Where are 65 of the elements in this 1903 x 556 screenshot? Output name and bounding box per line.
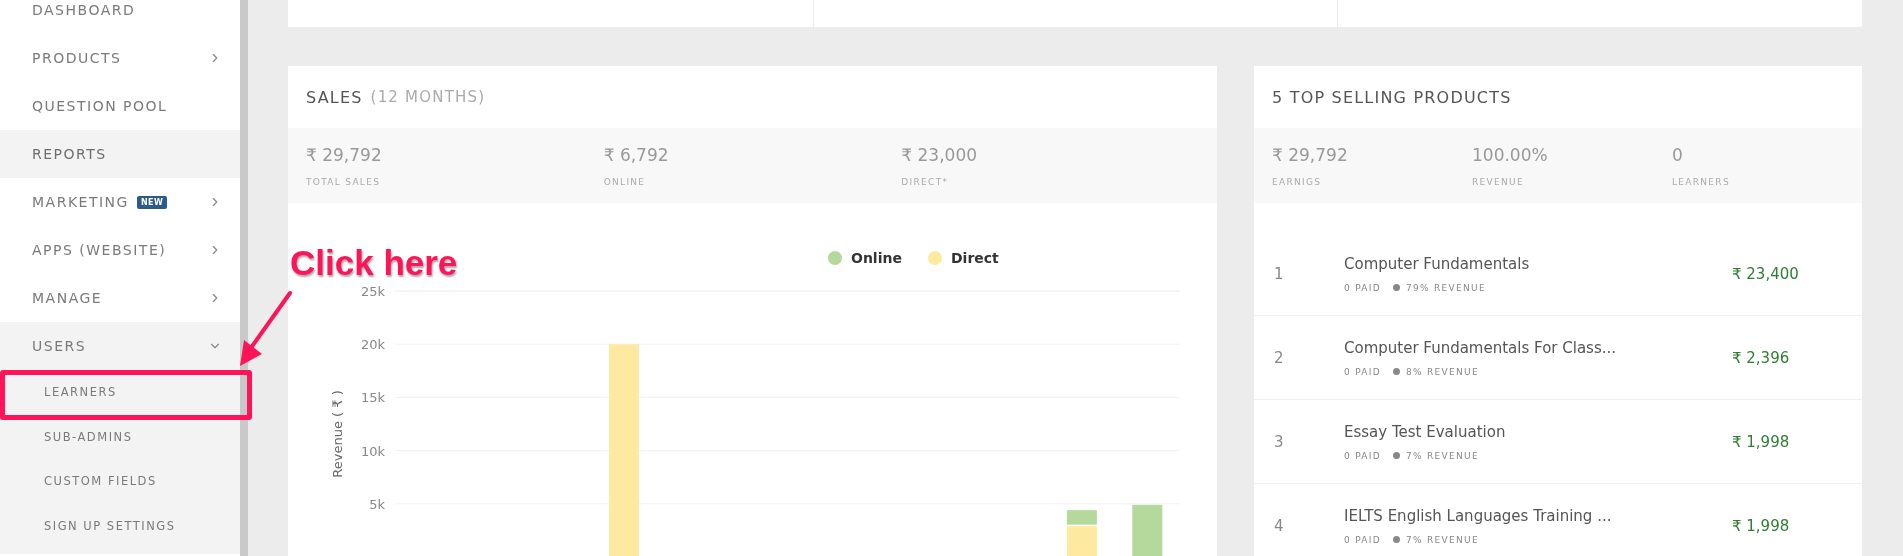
revenue-share: 7% REVENUE xyxy=(1406,534,1479,545)
legend-label[interactable]: Online xyxy=(851,250,902,266)
stat-value: 0 xyxy=(1672,144,1684,165)
new-badge: NEW xyxy=(136,195,168,209)
callout-text: Click here xyxy=(290,243,458,283)
dot-icon xyxy=(1393,368,1400,375)
stat-label: LEARNERS xyxy=(1672,176,1731,187)
nav-label: APPS (WEBSITE) xyxy=(32,242,167,258)
rank-number: 3 xyxy=(1274,432,1285,451)
stat-label: TOTAL SALES xyxy=(306,176,382,187)
nav-label: REPORTS xyxy=(32,146,107,162)
product-name[interactable]: IELTS English Languages Training ... xyxy=(1344,506,1732,525)
stat-value: 100.00% xyxy=(1472,144,1549,165)
axis-tick-label: 20k xyxy=(360,337,385,353)
product-amount: ₹ 2,396 xyxy=(1732,348,1791,367)
nav-item[interactable]: USERS xyxy=(0,322,240,370)
product-amount: ₹ 1,998 xyxy=(1732,432,1791,451)
card-title: 5 TOP SELLING PRODUCTS xyxy=(1272,87,1512,107)
revenue-share: 7% REVENUE xyxy=(1406,450,1479,461)
nav-subitem[interactable]: SUB-ADMINS xyxy=(0,414,240,459)
nav-label: QUESTION POOL xyxy=(32,98,168,114)
axis-tick-label: 15k xyxy=(360,390,385,406)
axis-title: Revenue ( ₹ ) xyxy=(330,390,345,478)
nav-item[interactable]: REPORTS xyxy=(0,130,240,178)
revenue-share: 79% REVENUE xyxy=(1406,282,1486,293)
rank-number: 1 xyxy=(1274,264,1285,283)
nav-subitem[interactable]: CUSTOM FIELDS xyxy=(0,459,240,504)
chart-bar xyxy=(1132,504,1163,556)
axis-tick-label: 25k xyxy=(360,284,385,299)
nav-label: MANAGE xyxy=(32,290,103,306)
product-amount: ₹ 23,400 xyxy=(1732,264,1800,283)
card-subtitle: (12 MONTHS) xyxy=(370,88,486,106)
legend-label[interactable]: Direct xyxy=(951,250,999,266)
stat-value: ₹ 29,792 xyxy=(1272,144,1349,165)
nav-label: PRODUCTS xyxy=(32,50,122,66)
product-name[interactable]: Computer Fundamentals For Class... xyxy=(1344,338,1732,357)
nav-label: DASHBOARD xyxy=(32,2,136,18)
stat-label: REVENUE xyxy=(1472,176,1525,187)
dot-icon xyxy=(1393,536,1400,543)
product-name[interactable]: Essay Test Evaluation xyxy=(1344,422,1732,441)
scrollbar[interactable] xyxy=(240,0,248,556)
paid-count: 0 PAID xyxy=(1344,534,1381,545)
dot-icon xyxy=(1393,284,1400,291)
product-amount: ₹ 1,998 xyxy=(1732,516,1791,535)
nav-label: MARKETING xyxy=(32,194,129,210)
card-title: SALES xyxy=(306,87,363,107)
paid-count: 0 PAID xyxy=(1344,450,1381,461)
stat-value: ₹ 6,792 xyxy=(603,144,670,165)
product-name[interactable]: Computer Fundamentals xyxy=(1344,254,1732,273)
revenue-share: 8% REVENUE xyxy=(1406,366,1479,377)
nav-subitem[interactable]: SIGN UP SETTINGS xyxy=(0,503,240,548)
axis-tick-label: 5k xyxy=(369,496,385,512)
paid-count: 0 PAID xyxy=(1344,282,1381,293)
dot-icon xyxy=(1393,452,1400,459)
paid-count: 0 PAID xyxy=(1344,366,1381,377)
nav-label: USERS xyxy=(32,338,87,354)
nav-subitem[interactable]: LEARNERS xyxy=(0,370,240,415)
rank-number: 4 xyxy=(1274,516,1285,535)
stat-value: ₹ 23,000 xyxy=(901,144,979,165)
stat-value: ₹ 29,792 xyxy=(306,144,383,165)
axis-tick-label: 10k xyxy=(360,443,385,459)
stat-label: EARNIGS xyxy=(1272,176,1323,187)
stat-label: DIRECT* xyxy=(901,176,950,187)
rank-number: 2 xyxy=(1274,348,1285,367)
stat-label: ONLINE xyxy=(603,176,647,187)
